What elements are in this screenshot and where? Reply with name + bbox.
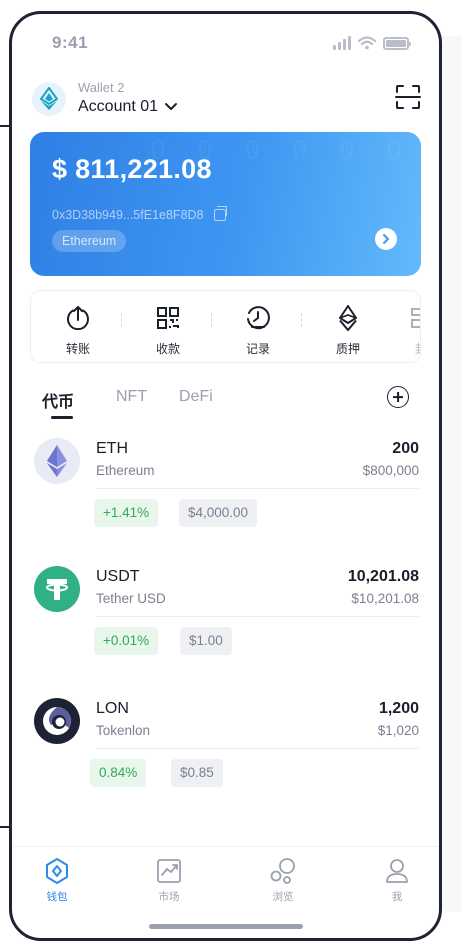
row-divider [96, 616, 419, 617]
token-row-lon[interactable]: LON Tokenlon 1,200 $1,020 0.84% $0.85 [34, 698, 419, 826]
wallet-header: Wallet 2 Account 01 [30, 80, 421, 124]
action-label: 记录 [245, 342, 270, 356]
wallet-address[interactable]: 0x3D38b949...5fE1e8F8D8 [52, 206, 227, 222]
status-bar: 9:41 [52, 32, 411, 54]
browse-icon [269, 857, 297, 885]
action-more[interactable]: 封 [376, 291, 420, 362]
token-value: $10,201.08 [351, 591, 419, 606]
background-panel [442, 36, 462, 912]
status-icons [333, 36, 411, 50]
action-history[interactable]: 记录 [213, 291, 303, 362]
copy-icon[interactable] [213, 206, 227, 221]
address-text: 0x3D38b949...5fE1e8F8D8 [52, 208, 204, 222]
network-badge[interactable]: Ethereum [52, 230, 127, 252]
tab-defi[interactable]: DeFi [179, 388, 213, 406]
price-change-badge: +1.41% [94, 499, 159, 527]
nav-wallet[interactable]: 钱包 [12, 857, 102, 904]
nav-browse[interactable]: 浏览 [238, 857, 328, 904]
token-price-badge: $4,000.00 [179, 499, 258, 527]
action-label: 封 [415, 340, 420, 357]
token-amount: 200 [392, 440, 419, 457]
token-name: Tokenlon [96, 723, 151, 738]
transfer-icon [65, 305, 91, 331]
token-value: $800,000 [362, 463, 419, 478]
action-divider [211, 313, 212, 327]
action-receive[interactable]: 收款 [123, 291, 213, 362]
tether-icon [34, 566, 80, 612]
quick-actions: 转账 收款 记录 质押 [30, 290, 421, 363]
add-token-icon[interactable] [387, 386, 409, 408]
nav-market[interactable]: 市场 [124, 857, 214, 904]
profile-icon [383, 857, 411, 885]
tab-tokens[interactable]: 代币 [42, 388, 74, 412]
card-arrow-button[interactable] [375, 228, 397, 250]
signal-icon [333, 36, 351, 50]
token-amount: 1,200 [378, 700, 419, 717]
token-name: Ethereum [96, 463, 155, 478]
action-divider [301, 313, 302, 327]
account-selector[interactable]: Account 01 [78, 98, 178, 116]
nav-label: 市场 [158, 891, 180, 903]
battery-icon [383, 36, 411, 50]
wallet-name: Wallet 2 [78, 80, 125, 95]
home-indicator[interactable] [149, 924, 303, 929]
scan-icon[interactable] [395, 84, 421, 110]
nav-profile[interactable]: 我 [352, 857, 439, 904]
action-label: 转账 [65, 342, 90, 356]
action-label: 质押 [335, 342, 360, 356]
token-symbol: ETH [96, 440, 128, 457]
wifi-icon [358, 36, 376, 50]
status-time: 9:41 [52, 33, 89, 52]
tab-active-indicator [51, 416, 73, 419]
asset-tabs: 代币 NFT DeFi [42, 386, 409, 420]
token-row-eth[interactable]: ETH Ethereum 200 $800,000 +1.41% $4,000.… [34, 438, 419, 566]
phone-frame: 9:41 Wallet 2 Account 01 0 0 0 0 0 0 $ 8… [9, 11, 442, 941]
token-row-usdt[interactable]: USDT Tether USD 10,201.08 $10,201.08 +0.… [34, 566, 419, 694]
action-transfer[interactable]: 转账 [33, 291, 123, 362]
history-icon [245, 305, 271, 331]
token-symbol: USDT [96, 568, 140, 585]
token-name: Tether USD [96, 591, 166, 606]
price-change-badge: 0.84% [90, 759, 147, 787]
tokenlon-icon [34, 698, 80, 744]
row-divider [96, 748, 419, 749]
token-amount: 10,201.08 [347, 568, 419, 585]
token-price-badge: $1.00 [180, 627, 232, 655]
price-change-badge: +0.01% [94, 627, 159, 655]
wallet-logo-icon [32, 82, 66, 116]
chevron-down-icon [165, 103, 178, 110]
market-chart-icon [155, 857, 183, 885]
nav-label: 钱包 [46, 891, 68, 903]
token-symbol: LON [96, 700, 129, 717]
nav-label: 我 [391, 891, 403, 903]
action-divider [121, 313, 122, 327]
ethereum-icon [34, 438, 80, 484]
token-price-badge: $0.85 [171, 759, 223, 787]
total-balance: $ 811,221.08 [52, 154, 212, 184]
qr-code-icon [155, 305, 181, 331]
account-name: Account 01 [78, 98, 159, 115]
balance-card[interactable]: 0 0 0 0 0 0 0 0 0 0 0 0 0 0 0 0 0 0 0 0 … [30, 132, 421, 276]
wallet-icon [43, 857, 71, 885]
nav-label: 浏览 [272, 891, 294, 903]
row-divider [96, 488, 419, 489]
action-label: 收款 [155, 342, 180, 356]
chevron-right-icon [383, 234, 389, 244]
ethereum-stake-icon [335, 305, 361, 331]
more-action-icon [408, 305, 420, 331]
token-value: $1,020 [377, 723, 419, 738]
tab-nft[interactable]: NFT [116, 388, 147, 406]
